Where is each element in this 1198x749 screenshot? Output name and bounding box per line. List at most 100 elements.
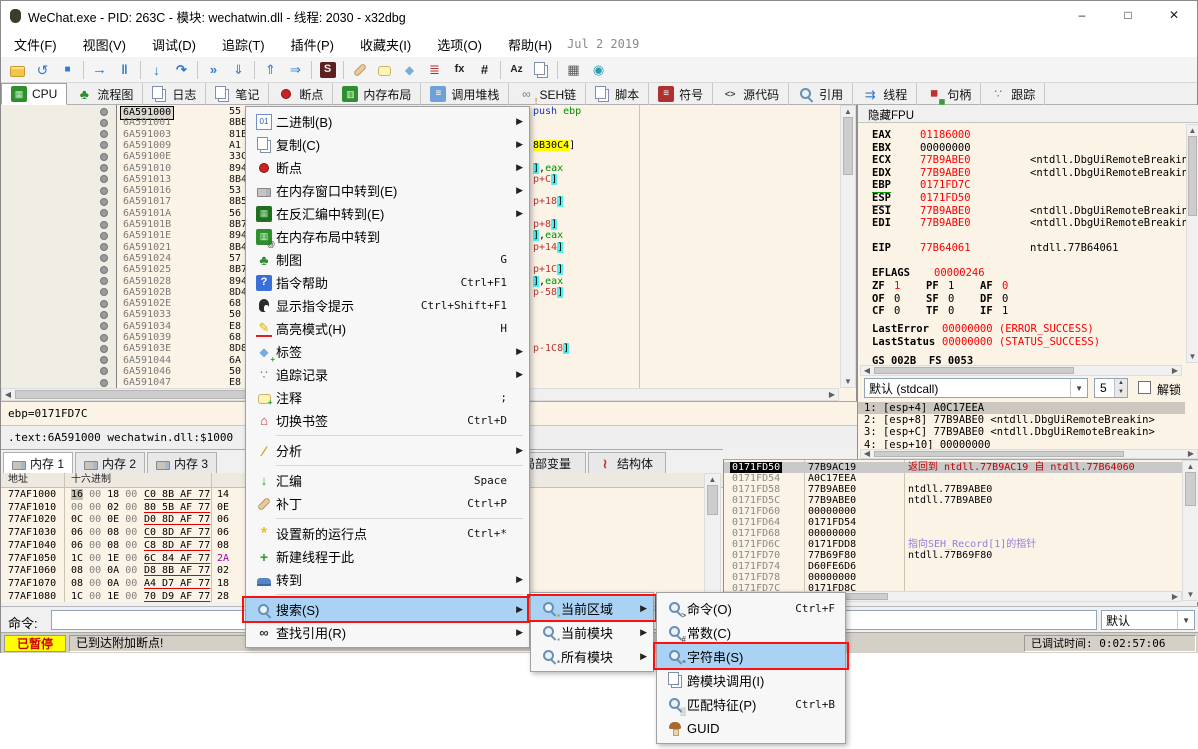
stack-pane[interactable]: 0171FD5077B9AC19返回到 ntdll.77B9AC19 自 ntd…	[723, 459, 1198, 602]
stack-row[interactable]: 0171FD6C0171FDD8指向SEH_Record[1]的指针	[724, 539, 1182, 550]
menu-item-binary[interactable]: 01二进制(B)▶	[246, 110, 529, 133]
menubar-item-8[interactable]: 帮助(H)	[495, 31, 565, 58]
menu-item-follow-disasm[interactable]: ▦在反汇编中转到(E)▶	[246, 202, 529, 225]
menu-item-patch[interactable]: 补丁Ctrl+P	[246, 492, 529, 515]
menubar-item-4[interactable]: 追踪(T)	[209, 31, 278, 58]
toolbar-bookmarks-button[interactable]: ≣	[422, 59, 447, 81]
toolbar-comments-button[interactable]	[372, 59, 397, 81]
toolbar-run-button[interactable]: →	[87, 59, 112, 81]
menu-item-breakpoint[interactable]: 断点▶	[246, 156, 529, 179]
toolbar-modules-button[interactable]	[529, 59, 554, 81]
lasterror-row[interactable]: LastError00000000 (ERROR_SUCCESS)	[858, 323, 1185, 336]
toolbar-labels-button[interactable]: ◆	[397, 59, 422, 81]
bottom-tab-dump2[interactable]: 内存 2	[75, 452, 145, 474]
stack-row[interactable]: 0171FD6000000000	[724, 506, 1182, 517]
toolbar-patch-button[interactable]	[347, 59, 372, 81]
argument-row[interactable]: 3: [esp+C] 77B9ABE0 <ntdll.DbgUiRemoteBr…	[858, 426, 1185, 438]
menu-item-bookmark[interactable]: ⌂切换书签Ctrl+D	[246, 409, 529, 432]
tab-breakpoints[interactable]: 断点	[269, 83, 333, 105]
register-row-esp[interactable]: ESP0171FD50	[858, 192, 1185, 205]
toolbar-hash-button[interactable]: #	[472, 59, 497, 81]
menu-item-trace-record[interactable]: ∵追踪记录▶	[246, 363, 529, 386]
register-row-eip[interactable]: EIP77B64061ntdll.77B64061	[858, 242, 1185, 255]
toolbar-run-to-user-code-button[interactable]: ⇒	[283, 59, 308, 81]
bottom-tab-dump3[interactable]: 内存 3	[147, 452, 217, 474]
menu-item-follow-memmap[interactable]: ▥@在内存布局中转到	[246, 225, 529, 248]
stack-row[interactable]: 0171FD5077B9AC19返回到 ntdll.77B9AC19 自 ntd…	[724, 462, 1182, 473]
register-row-ebx[interactable]: EBX00000000	[858, 142, 1185, 155]
menu-item-highlight[interactable]: ✎高亮模式(H)H	[246, 317, 529, 340]
tab-symbols[interactable]: ≡符号	[649, 83, 713, 105]
menubar-item-3[interactable]: 调试(D)	[139, 31, 209, 58]
menubar-item-6[interactable]: 收藏夹(I)	[347, 31, 424, 58]
menu-item-follow-dump[interactable]: 在内存窗口中转到(E)▶	[246, 179, 529, 202]
register-row-esi[interactable]: ESI77B9ABE0<ntdll.DbgUiRemoteBreakin>	[858, 205, 1185, 218]
hide-fpu-button[interactable]: 隐藏FPU	[858, 105, 1198, 123]
menu-item-search-all[interactable]: *所有模块▶	[531, 644, 653, 668]
menubar-item-1[interactable]: 文件(F)	[1, 31, 70, 58]
toolbar-step-over-button[interactable]: ↷	[169, 59, 194, 81]
tab-notes[interactable]: 笔记	[206, 83, 269, 105]
menu-item-search-constant[interactable]: #常数(C)	[657, 620, 845, 644]
menu-item-goto[interactable]: 转到▶	[246, 568, 529, 591]
toolbar-step-into-button[interactable]: ↓	[144, 59, 169, 81]
tab-trace[interactable]: ∵跟踪	[981, 83, 1045, 105]
tab-cpu[interactable]: ▦CPU	[1, 83, 67, 105]
toolbar-execute-till-return-button[interactable]: ⇓	[226, 59, 251, 81]
tab-references[interactable]: 引用	[789, 83, 853, 105]
argument-row[interactable]: 2: [esp+8] 77B9ABE0 <ntdll.DbgUiRemoteBr…	[858, 414, 1185, 426]
command-profile-combo[interactable]: 默认 ▼	[1101, 610, 1195, 630]
register-row-ecx[interactable]: ECX77B9ABE0<ntdll.DbgUiRemoteBreakin>	[858, 154, 1185, 167]
menu-item-search[interactable]: 搜索(S)▶	[246, 598, 529, 621]
horizontal-scrollbar[interactable]: ◀▶	[860, 449, 1198, 459]
vertical-scrollbar[interactable]: ▲▼	[1182, 460, 1198, 601]
laststatus-row[interactable]: LastStatus00000000 (STATUS_SUCCESS)	[858, 336, 1185, 349]
menu-item-references[interactable]: ∞查找引用(R)▶	[246, 621, 529, 644]
toolbar-fx-button[interactable]: fx	[447, 59, 472, 81]
stack-row[interactable]: 0171FD74D60FE6D6	[724, 561, 1182, 572]
tab-log[interactable]: 日志	[143, 83, 206, 105]
stack-row[interactable]: 0171FD6800000000	[724, 528, 1182, 539]
menubar-item-5[interactable]: 插件(P)	[278, 31, 347, 58]
bottom-tab-struct[interactable]: ≀结构体	[588, 452, 666, 474]
stack-row[interactable]: 0171FD54A0C17EEA	[724, 473, 1182, 484]
menu-item-search-pattern[interactable]: ▒匹配特征(P)Ctrl+B	[657, 692, 845, 716]
menu-item-search-guid[interactable]: GUID	[657, 716, 845, 740]
menu-item-new-origin[interactable]: *设置新的运行点Ctrl+*	[246, 522, 529, 545]
menubar-item-7[interactable]: 选项(O)	[424, 31, 495, 58]
menu-item-assemble[interactable]: ↓汇编Space	[246, 469, 529, 492]
menu-item-help[interactable]: ?指令帮助Ctrl+F1	[246, 271, 529, 294]
tab-source[interactable]: <>源代码	[713, 83, 789, 105]
toolbar-stop-button[interactable]: ■	[55, 59, 80, 81]
register-row-ebp[interactable]: EBP0171FD7C	[858, 179, 1185, 192]
calling-convention-combo[interactable]: 默认 (stdcall)▼	[864, 378, 1088, 398]
tab-threads[interactable]: ⇉线程	[853, 83, 917, 105]
vertical-scrollbar[interactable]: ▲▼	[1186, 124, 1198, 363]
stack-row[interactable]: 0171FD7077B69F80ntdll.77B69F80	[724, 550, 1182, 561]
register-row-edi[interactable]: EDI77B9ABE0<ntdll.DbgUiRemoteBreakin>	[858, 217, 1185, 230]
menu-item-search-intermodular[interactable]: →跨模块调用(I)	[657, 668, 845, 692]
stack-row[interactable]: 0171FD5C77B9ABE0ntdll.77B9ABE0	[724, 495, 1182, 506]
registers-pane[interactable]: 隐藏FPU EAX01186000EBX00000000ECX77B9ABE0<…	[857, 105, 1198, 459]
tab-call-stack[interactable]: ≡调用堆栈	[421, 83, 509, 105]
maximize-button[interactable]: □	[1105, 1, 1151, 30]
menu-item-analyze[interactable]: ∕分析▶	[246, 439, 529, 462]
flags-row[interactable]: OF0SF0DF0	[858, 293, 1185, 306]
tab-seh[interactable]: ∞!SEH链	[509, 83, 586, 105]
toolbar-run-to-cursor-button[interactable]: »	[201, 59, 226, 81]
toolbar-open-folder-button[interactable]	[5, 59, 30, 81]
toolbar-settings-globe-button[interactable]: ◉	[586, 59, 611, 81]
toolbar-calculator-button[interactable]: ▦	[561, 59, 586, 81]
register-row-eax[interactable]: EAX01186000	[858, 129, 1185, 142]
menu-item-search-module[interactable]: ▪当前模块▶	[531, 620, 653, 644]
vertical-scrollbar[interactable]: ▲▼	[704, 473, 721, 602]
stack-row[interactable]: 0171FD7800000000	[724, 572, 1182, 583]
register-row-edx[interactable]: EDX77B9ABE0<ntdll.DbgUiRemoteBreakin>	[858, 167, 1185, 180]
toolbar-step-out-button[interactable]: ⇑	[258, 59, 283, 81]
toolbar-scylla-button[interactable]: S	[315, 59, 340, 81]
menubar-item-2[interactable]: 视图(V)	[70, 31, 139, 58]
bottom-tab-dump1[interactable]: 内存 1	[3, 452, 73, 474]
horizontal-scrollbar[interactable]: ◀▶	[860, 365, 1182, 376]
toolbar-pause-button[interactable]: ‖	[112, 59, 137, 81]
toolbar-restart-button[interactable]: ↺	[30, 59, 55, 81]
